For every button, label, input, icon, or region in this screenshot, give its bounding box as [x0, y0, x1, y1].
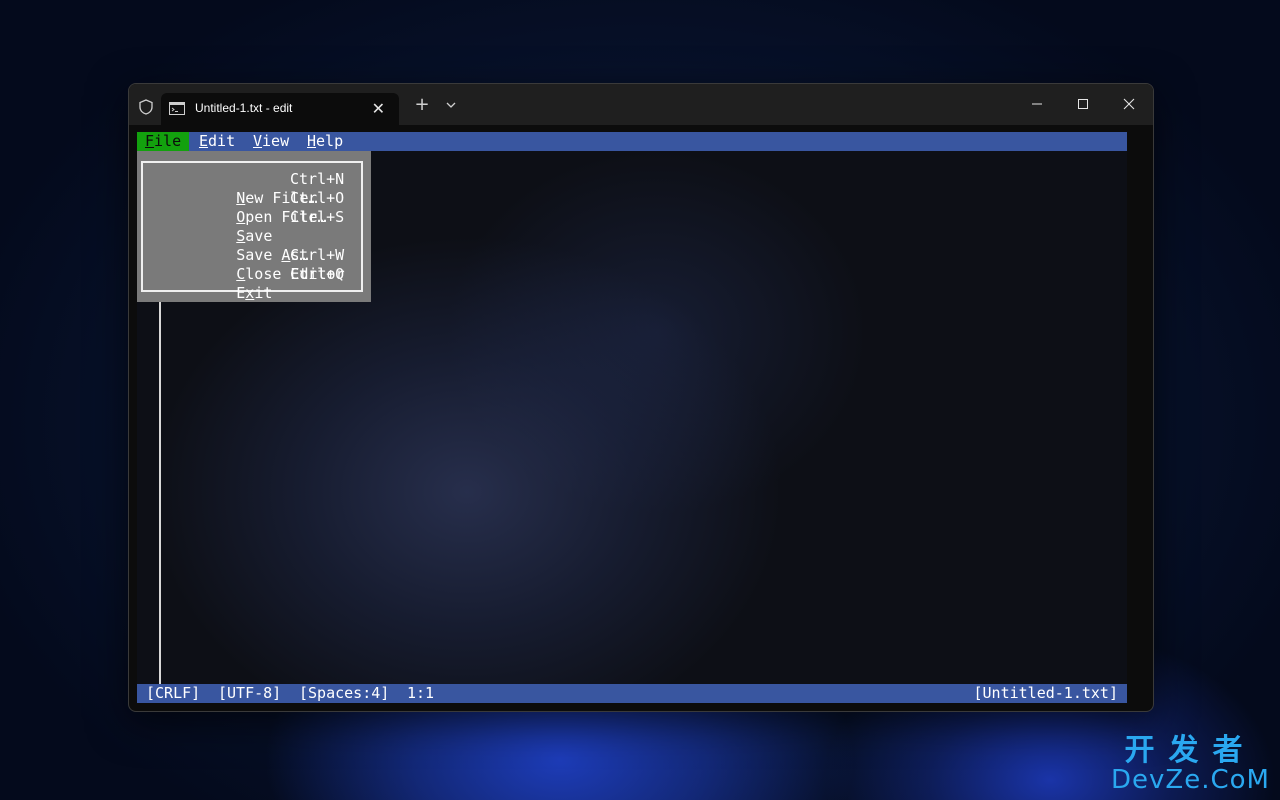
terminal-icon [169, 102, 185, 115]
menu-help[interactable]: Help [299, 132, 351, 151]
new-tab-button[interactable]: + [413, 94, 431, 116]
terminal-window: Untitled-1.txt - edit ✕ + File Edit View… [128, 83, 1154, 712]
menu-item-save-as[interactable]: Save As… [164, 227, 308, 264]
status-bar: [CRLF] [UTF-8] [Spaces:4] 1:1 [Untitled-… [137, 684, 1127, 703]
cursor-position-status: 1:1 [407, 684, 435, 702]
minimize-button[interactable] [1022, 92, 1052, 116]
menu-edit[interactable]: Edit [191, 132, 243, 151]
menu-item-exit[interactable]: Exit Ctrl+Q [164, 265, 344, 302]
shortcut-label: Ctrl+Q [290, 265, 345, 283]
text-cursor [159, 282, 161, 684]
editor-area[interactable]: File Edit View Help New File… Ctrl+N Ope… [137, 132, 1127, 703]
close-icon [1123, 98, 1135, 110]
close-tab-icon[interactable]: ✕ [372, 99, 385, 118]
menu-item-close-editor[interactable]: Close Editor Ctrl+W [164, 246, 345, 283]
menu-file[interactable]: File [137, 132, 190, 151]
filename-status[interactable]: [Untitled-1.txt] [974, 684, 1119, 703]
line-ending-status[interactable]: [CRLF] [146, 684, 200, 703]
menu-view[interactable]: View [245, 132, 297, 151]
indentation-status[interactable]: [Spaces:4] [299, 684, 389, 703]
shortcut-label: Ctrl+N [290, 170, 345, 188]
menu-item-open-file[interactable]: Open File… Ctrl+O [164, 189, 344, 226]
minimize-icon [1032, 103, 1042, 105]
shortcut-label: Ctrl+S [290, 208, 345, 226]
encoding-status[interactable]: [UTF-8] [218, 684, 281, 703]
tab-untitled[interactable]: Untitled-1.txt - edit ✕ [161, 93, 399, 125]
menu-item-new-file[interactable]: New File… Ctrl+N [164, 170, 344, 207]
watermark-line2: DevZe.CoM [1111, 764, 1270, 795]
file-menu-dropdown: New File… Ctrl+N Open File… Ctrl+O Save … [137, 151, 371, 302]
maximize-icon [1078, 99, 1088, 109]
menu-item-save[interactable]: Save Ctrl+S [164, 208, 344, 245]
maximize-button[interactable] [1068, 92, 1098, 116]
watermark-logo: 开发者 DevZe.CoM [1111, 735, 1270, 794]
title-bar: Untitled-1.txt - edit ✕ + [129, 84, 1153, 125]
close-window-button[interactable] [1114, 92, 1144, 116]
shield-icon[interactable] [139, 99, 153, 115]
watermark-line1: 开发者 [1124, 733, 1257, 769]
chevron-down-icon[interactable] [442, 96, 460, 114]
tab-title: Untitled-1.txt - edit [195, 101, 293, 115]
shortcut-label: Ctrl+W [290, 246, 345, 264]
menu-bar: File Edit View Help [137, 132, 1127, 151]
shortcut-label: Ctrl+O [290, 189, 345, 207]
